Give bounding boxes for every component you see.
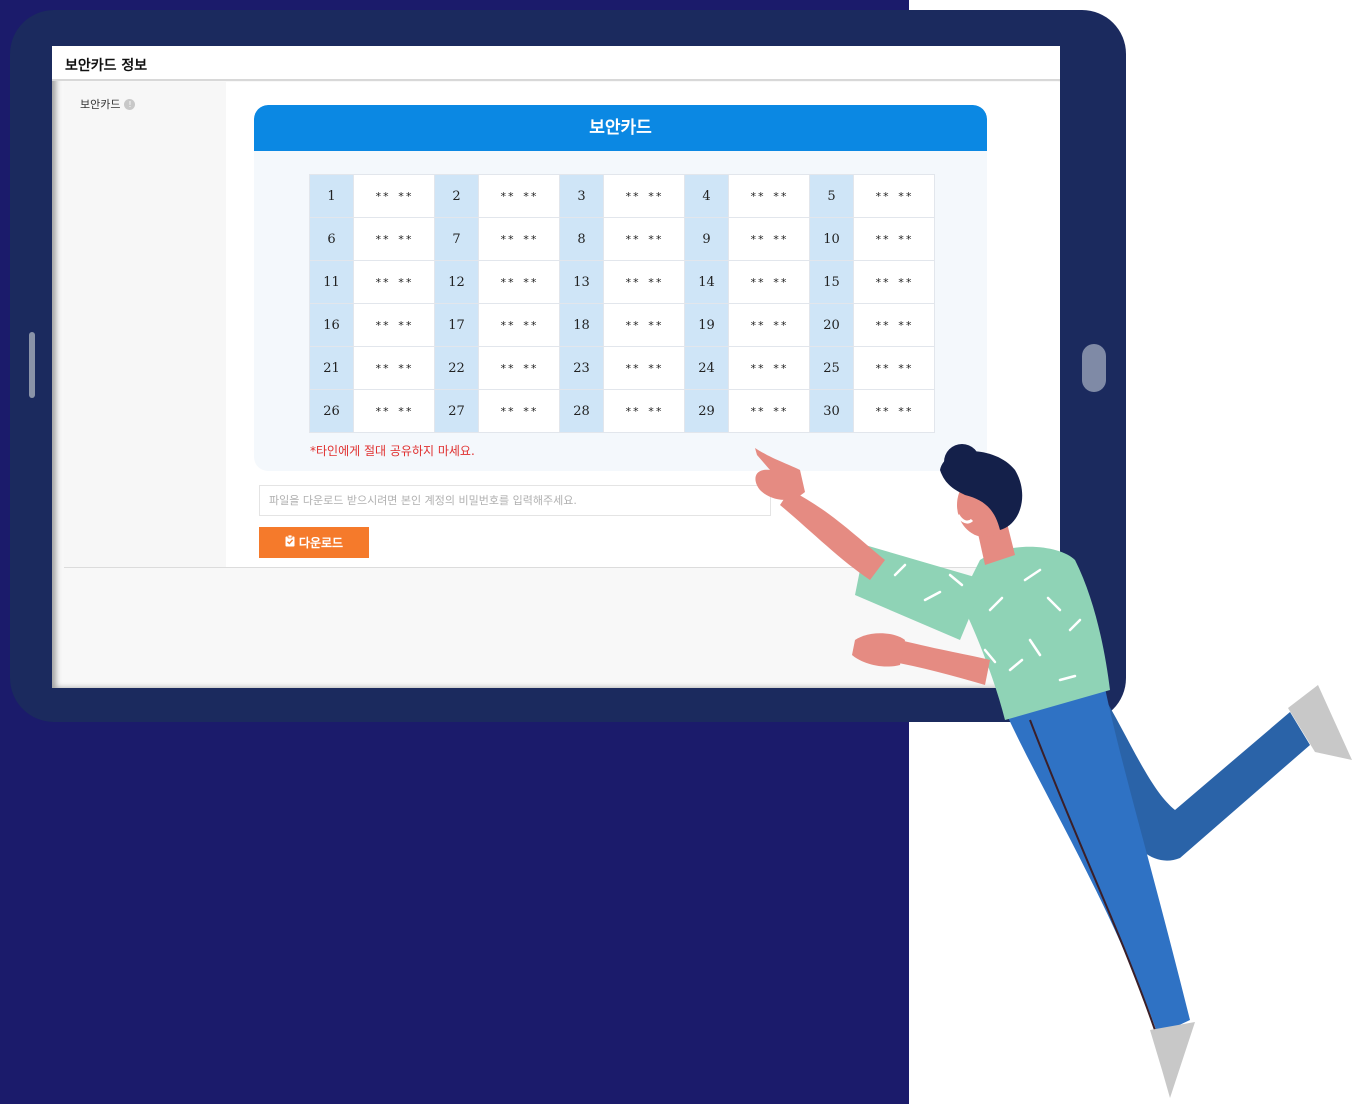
front-leg <box>1000 688 1190 1035</box>
card-cell-number: 18 <box>559 303 604 347</box>
share-warning-text: *타인에게 절대 공유하지 마세요. <box>310 444 475 458</box>
form-label-column: 보안카드 ! <box>64 82 226 568</box>
card-cell-value: ** ** <box>603 174 685 218</box>
card-cell-value: ** ** <box>603 346 685 390</box>
card-cell-value: ** ** <box>853 303 935 347</box>
card-cell-value: ** ** <box>478 260 560 304</box>
card-cell-value: ** ** <box>353 260 435 304</box>
card-cell-value: ** ** <box>853 389 935 433</box>
card-cell-value: ** ** <box>853 217 935 261</box>
card-cell-value: ** ** <box>728 389 810 433</box>
security-card-title: 보안카드 <box>254 105 987 151</box>
card-cell-number: 26 <box>309 389 354 433</box>
row-divider <box>64 567 1060 568</box>
card-cell-value: ** ** <box>728 217 810 261</box>
card-cell-number: 6 <box>309 217 354 261</box>
card-cell-value: ** ** <box>478 303 560 347</box>
download-button[interactable]: 다운로드 <box>259 527 369 558</box>
card-cell-value: ** ** <box>478 346 560 390</box>
card-cell-value: ** ** <box>728 346 810 390</box>
form-value-column: 보안카드 1 ** ** 2 ** ** 3 ** ** 4 ** ** 5 ** ** 6 ** *… <box>226 82 1060 568</box>
section-title: 보안카드 정보 <box>65 58 148 74</box>
security-card: 보안카드 1 ** ** 2 ** ** 3 ** ** 4 ** ** 5 ** ** 6 ** *… <box>254 105 987 471</box>
card-cell-value: ** ** <box>478 217 560 261</box>
card-cell-number: 29 <box>684 389 729 433</box>
password-input[interactable] <box>259 485 771 516</box>
card-cell-value: ** ** <box>353 174 435 218</box>
section-header: 보안카드 정보 <box>52 46 1060 81</box>
security-card-row: 11 ** ** 12 ** ** 13 ** ** 14 ** ** 15 ** ** <box>309 260 935 304</box>
front-shoe <box>1150 1022 1195 1098</box>
card-cell-number: 2 <box>434 174 479 218</box>
security-card-grid: 1 ** ** 2 ** ** 3 ** ** 4 ** ** 5 ** ** 6 ** ** 7 ** … <box>309 174 935 433</box>
card-cell-value: ** ** <box>853 346 935 390</box>
security-card-row: 26 ** ** 27 ** ** 28 ** ** 29 ** ** 30 ** ** <box>309 389 935 433</box>
card-cell-number: 30 <box>809 389 854 433</box>
card-cell-value: ** ** <box>353 217 435 261</box>
security-card-row: 1 ** ** 2 ** ** 3 ** ** 4 ** ** 5 ** ** <box>309 174 935 218</box>
card-cell-number: 1 <box>309 174 354 218</box>
security-card-row: 21 ** ** 22 ** ** 23 ** ** 24 ** ** 25 ** ** <box>309 346 935 390</box>
card-cell-number: 3 <box>559 174 604 218</box>
card-cell-number: 16 <box>309 303 354 347</box>
tablet-side-button <box>29 332 35 398</box>
card-cell-value: ** ** <box>478 174 560 218</box>
card-cell-number: 5 <box>809 174 854 218</box>
card-cell-number: 11 <box>309 260 354 304</box>
card-cell-value: ** ** <box>353 346 435 390</box>
card-cell-number: 24 <box>684 346 729 390</box>
card-cell-value: ** ** <box>853 174 935 218</box>
security-card-row: 6 ** ** 7 ** ** 8 ** ** 9 ** ** 10 ** ** <box>309 217 935 261</box>
card-cell-number: 19 <box>684 303 729 347</box>
card-cell-number: 7 <box>434 217 479 261</box>
card-cell-value: ** ** <box>478 389 560 433</box>
card-cell-number: 9 <box>684 217 729 261</box>
card-cell-number: 25 <box>809 346 854 390</box>
card-cell-number: 22 <box>434 346 479 390</box>
tablet-home-button <box>1082 344 1106 392</box>
download-button-label: 다운로드 <box>298 536 344 550</box>
card-cell-number: 14 <box>684 260 729 304</box>
card-cell-number: 13 <box>559 260 604 304</box>
clipboard-check-icon <box>285 534 295 550</box>
security-card-row-label: 보안카드 ! <box>80 96 136 112</box>
card-cell-number: 21 <box>309 346 354 390</box>
card-cell-value: ** ** <box>603 389 685 433</box>
card-cell-value: ** ** <box>353 303 435 347</box>
row-label-text: 보안카드 <box>80 98 121 111</box>
card-cell-number: 28 <box>559 389 604 433</box>
card-cell-number: 17 <box>434 303 479 347</box>
card-cell-value: ** ** <box>728 174 810 218</box>
card-cell-value: ** ** <box>603 260 685 304</box>
info-icon[interactable]: ! <box>124 98 136 110</box>
card-cell-number: 23 <box>559 346 604 390</box>
card-cell-number: 4 <box>684 174 729 218</box>
card-cell-number: 27 <box>434 389 479 433</box>
card-cell-number: 12 <box>434 260 479 304</box>
card-cell-value: ** ** <box>603 217 685 261</box>
card-cell-number: 8 <box>559 217 604 261</box>
back-leg <box>1100 690 1310 861</box>
card-cell-value: ** ** <box>728 260 810 304</box>
card-cell-number: 20 <box>809 303 854 347</box>
card-cell-value: ** ** <box>728 303 810 347</box>
card-cell-number: 10 <box>809 217 854 261</box>
security-card-row: 16 ** ** 17 ** ** 18 ** ** 19 ** ** 20 ** ** <box>309 303 935 347</box>
card-cell-value: ** ** <box>853 260 935 304</box>
tablet-screen: 보안카드 정보 보안카드 ! 보안카드 1 ** ** 2 ** ** 3 ** ** 4 *… <box>52 46 1060 688</box>
card-cell-value: ** ** <box>353 389 435 433</box>
card-cell-number: 15 <box>809 260 854 304</box>
back-shoe <box>1288 685 1352 760</box>
card-cell-value: ** ** <box>603 303 685 347</box>
